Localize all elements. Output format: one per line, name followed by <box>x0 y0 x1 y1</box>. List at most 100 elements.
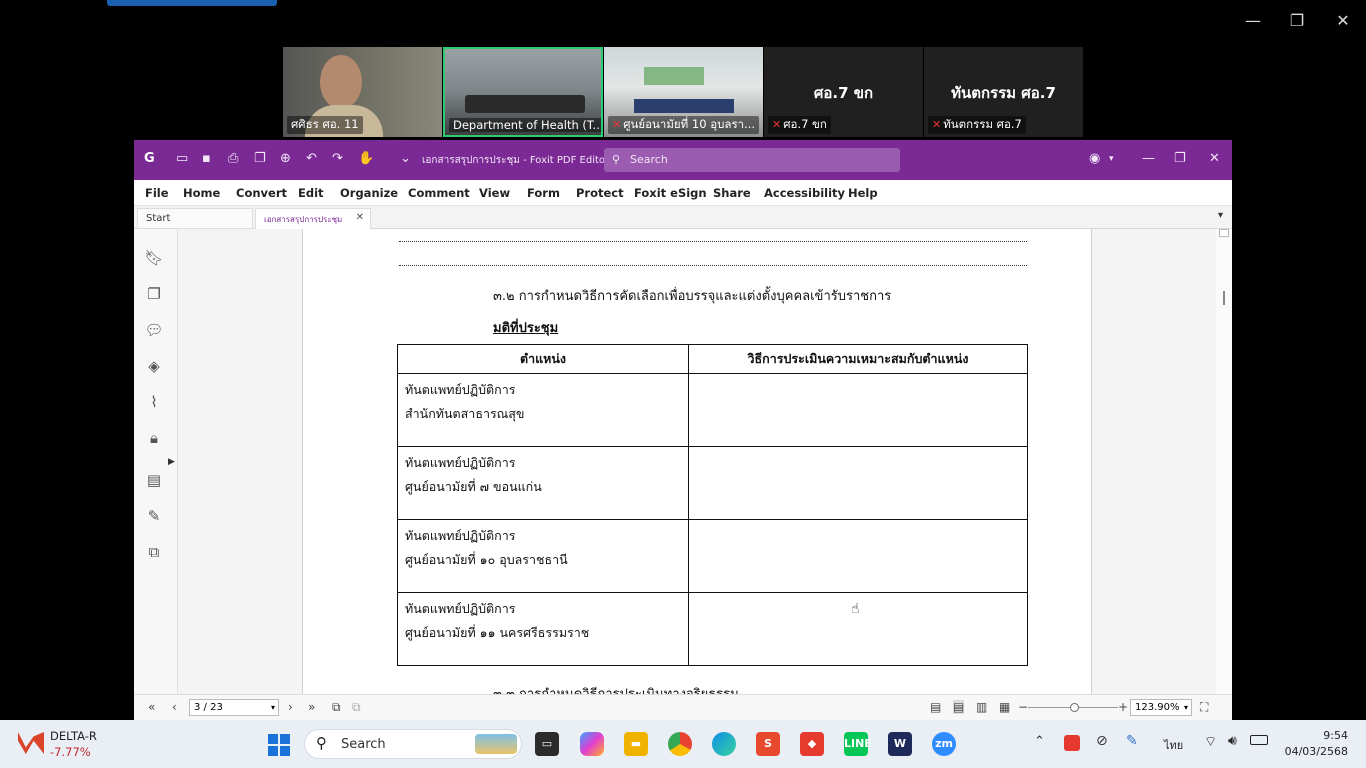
webex-icon[interactable]: W <box>888 732 912 756</box>
line-icon[interactable]: LINE <box>844 732 872 756</box>
search-icon: ⚲ <box>316 734 327 752</box>
tray-app-icon[interactable] <box>1064 735 1080 751</box>
last-page-icon[interactable]: » <box>308 700 315 714</box>
menu-file[interactable]: File <box>145 186 169 200</box>
stock-widget-icon[interactable] <box>18 732 44 754</box>
zoom-slider-thumb[interactable] <box>1070 703 1079 712</box>
menu-convert[interactable]: Convert <box>236 186 287 200</box>
page-number-input[interactable]: 3 / 23 ▾ <box>189 699 279 716</box>
participant-tile[interactable]: ✕ ศูนย์อนามัยที่ 10 อุบลรา... <box>604 47 763 137</box>
document-properties-icon[interactable]: ▤ <box>144 471 164 491</box>
save-icon[interactable]: ▪ <box>202 151 211 166</box>
zoom-share-bar[interactable] <box>107 0 277 6</box>
participant-tile-active-speaker[interactable]: Department of Health (T... <box>443 47 603 137</box>
menu-share[interactable]: Share <box>713 186 751 200</box>
minimize-button[interactable]: — <box>1238 8 1268 34</box>
account-icon[interactable]: ◉ <box>1089 151 1100 166</box>
tray-chevron-up-icon[interactable]: ⌃ <box>1034 734 1045 749</box>
file-explorer-icon[interactable]: ▬ <box>624 732 648 756</box>
taskbar-search[interactable]: ⚲ Search <box>304 729 522 759</box>
next-page-icon[interactable]: › <box>288 700 293 714</box>
volume-icon[interactable]: 🔊︎ <box>1228 733 1237 749</box>
search-input[interactable]: ⚲ Search <box>604 148 900 172</box>
chevron-down-icon[interactable]: ▾ <box>1184 700 1188 715</box>
zoom-icon[interactable]: zm <box>932 732 956 756</box>
prev-page-icon[interactable]: ‹ <box>172 700 177 714</box>
menu-view[interactable]: View <box>479 186 510 200</box>
menu-home[interactable]: Home <box>183 186 220 200</box>
menu-protect[interactable]: Protect <box>576 186 624 200</box>
menu-comment[interactable]: Comment <box>408 186 470 200</box>
restore-icon[interactable]: ❐ <box>1174 151 1186 166</box>
redo-icon[interactable]: ↷ <box>332 151 343 166</box>
network-off-icon[interactable]: ⊘ <box>1096 733 1108 749</box>
tab-document[interactable]: เอกสารสรุปการประชุม ✕ <box>255 208 371 229</box>
tab-list-icon[interactable]: ▾ <box>1218 210 1223 221</box>
stock-change[interactable]: -7.77% <box>50 745 91 759</box>
continuous-facing-icon[interactable]: ▦ <box>999 700 1010 714</box>
expand-panel-icon[interactable]: ▶ <box>168 457 175 467</box>
document-canvas[interactable]: ๓.๒ การกำหนดวิธีการคัดเลือกเพื่อบรรจุและ… <box>178 229 1216 694</box>
hand-tool-icon[interactable]: ✋ <box>358 151 374 166</box>
security-icon[interactable]: 🔒︎ <box>144 429 164 449</box>
start-button[interactable] <box>268 734 290 756</box>
zoom-out-icon[interactable]: − <box>1018 700 1028 714</box>
zoom-in-icon[interactable]: + <box>1118 700 1128 714</box>
task-view-icon[interactable]: ▭ <box>535 732 559 756</box>
close-icon[interactable]: ✕ <box>1209 151 1220 166</box>
print-icon[interactable]: ⎙ <box>228 151 238 166</box>
menu-help[interactable]: Help <box>848 186 878 200</box>
menu-foxit-esign[interactable]: Foxit eSign <box>634 186 707 200</box>
chevron-down-icon[interactable]: ▾ <box>271 700 275 715</box>
wifi-icon[interactable]: ⌔ <box>1204 733 1217 751</box>
menu-form[interactable]: Form <box>527 186 560 200</box>
restore-button[interactable]: ❐ <box>1282 8 1312 34</box>
attachment-icon[interactable]: ⌇ <box>144 393 164 413</box>
vertical-scrollbar[interactable] <box>1216 229 1232 694</box>
participant-tile[interactable]: ศศิธร ศอ. 11 <box>283 47 442 137</box>
pen-icon[interactable]: ✎ <box>1126 733 1138 749</box>
participant-tile[interactable]: ทันตกรรม ศอ.7 ✕ ทันตกรรม ศอ.7 <box>924 47 1083 137</box>
tab-start[interactable]: Start <box>137 208 253 229</box>
rotate-icon[interactable]: ⧉ <box>332 700 341 715</box>
close-tab-icon[interactable]: ✕ <box>356 212 364 223</box>
zoom-level-input[interactable]: 123.90% ▾ <box>1130 699 1192 716</box>
scroll-thumb[interactable] <box>1223 291 1225 305</box>
clock-time[interactable]: 9:54 <box>1310 729 1348 742</box>
scroll-up-button[interactable] <box>1219 229 1229 237</box>
bookmark-icon[interactable]: 🔖︎ <box>144 249 164 269</box>
close-button[interactable]: ✕ <box>1328 8 1358 34</box>
edge-icon[interactable] <box>712 732 736 756</box>
chrome-icon[interactable] <box>668 732 692 756</box>
copy-icon[interactable]: ❐ <box>254 151 266 166</box>
menu-accessibility[interactable]: Accessibility <box>764 186 845 200</box>
pages-icon[interactable]: ❐ <box>144 285 164 305</box>
anydesk-icon[interactable]: ◆ <box>800 732 824 756</box>
signature-icon[interactable]: ✎ <box>144 507 164 527</box>
menu-organize[interactable]: Organize <box>340 186 398 200</box>
windows-taskbar: DELTA-R -7.77% ⚲ Search ▭ ▬ S ◆ LINE W z… <box>0 720 1366 768</box>
copilot-icon[interactable] <box>580 732 604 756</box>
wps-office-icon[interactable]: S <box>756 732 780 756</box>
layers-icon[interactable]: ◈ <box>144 357 164 377</box>
fullscreen-icon[interactable]: ⛶ <box>1200 700 1208 715</box>
chevron-down-icon[interactable]: ⌄ <box>400 151 411 166</box>
minimize-icon[interactable]: — <box>1142 151 1155 166</box>
first-page-icon[interactable]: « <box>148 700 155 714</box>
participant-tile[interactable]: ศอ.7 ขก ✕ ศอ.7 ขก <box>764 47 923 137</box>
split-icon[interactable]: ⧉ <box>352 700 361 715</box>
stock-name[interactable]: DELTA-R <box>50 729 97 743</box>
open-folder-icon[interactable]: ▭ <box>176 151 188 166</box>
comment-icon[interactable]: 💬︎ <box>144 321 164 341</box>
single-page-icon[interactable]: ▤ <box>930 700 941 714</box>
clock-date[interactable]: 04/03/2568 <box>1280 745 1348 758</box>
compare-icon[interactable]: ⧉ <box>144 543 164 563</box>
battery-icon[interactable] <box>1250 735 1268 745</box>
account-dropdown-icon[interactable]: ▾ <box>1109 154 1114 164</box>
language-indicator[interactable]: ไทย <box>1164 736 1183 754</box>
facing-page-icon[interactable]: ▥ <box>976 700 987 714</box>
new-page-icon[interactable]: ⊕ <box>280 151 291 166</box>
menu-edit[interactable]: Edit <box>298 186 324 200</box>
undo-icon[interactable]: ↶ <box>306 151 317 166</box>
continuous-page-icon[interactable]: ▤ <box>953 700 965 714</box>
